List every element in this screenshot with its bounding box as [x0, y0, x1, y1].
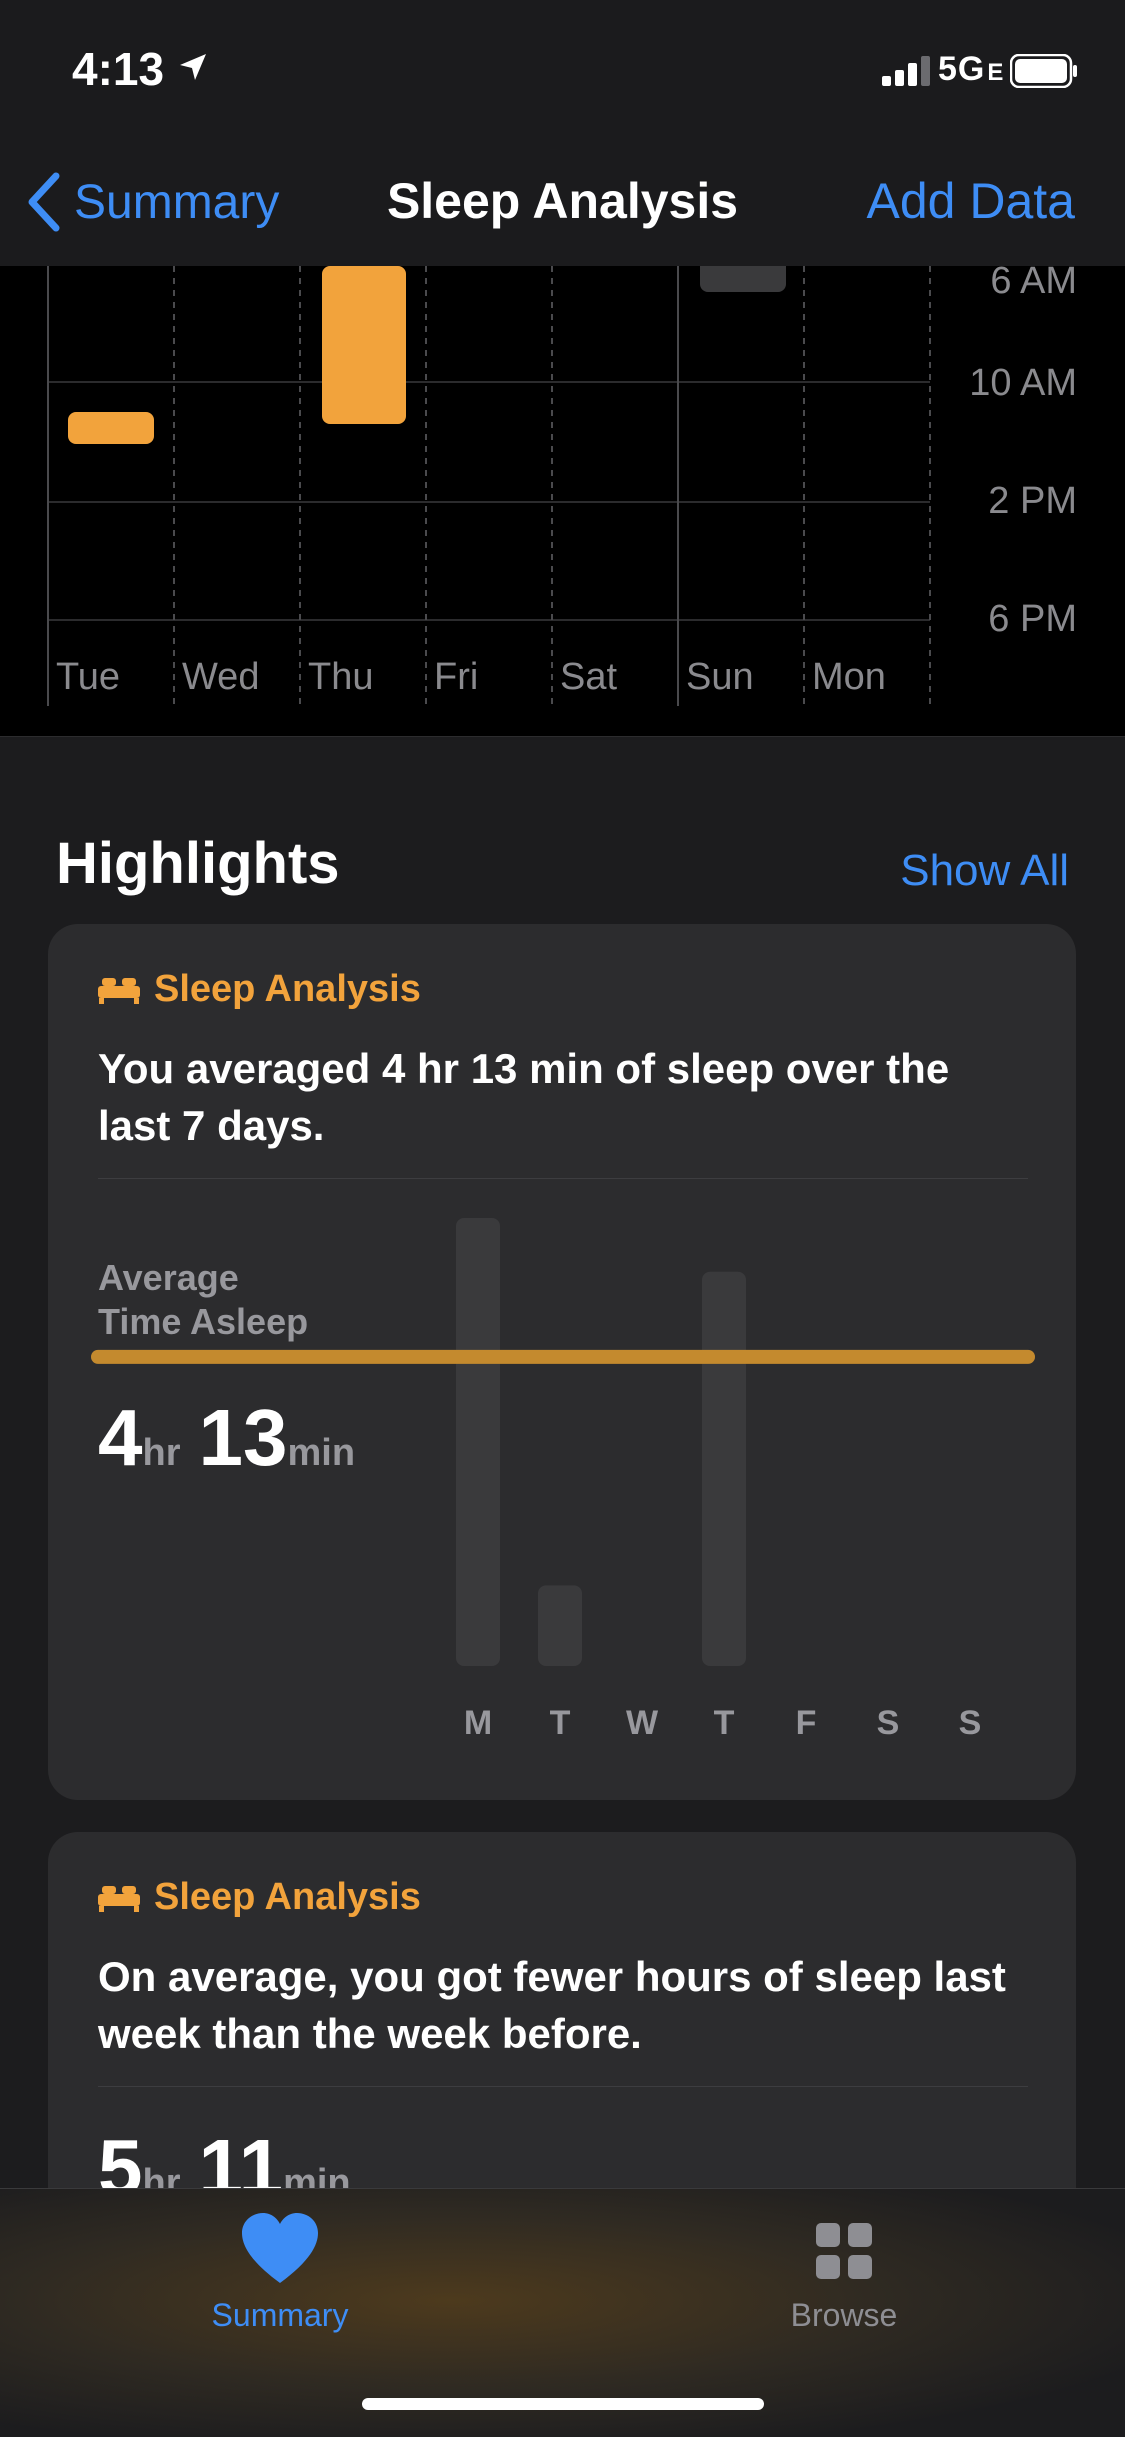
status-bar: 4:13 5GE: [0, 0, 1125, 140]
tab-browse[interactable]: Browse: [714, 2213, 974, 2334]
highlights-heading: Highlights: [56, 831, 340, 896]
x-day-label: Sun: [686, 656, 754, 698]
in-bed-bar-sun: [700, 266, 786, 292]
tab-summary[interactable]: Summary: [150, 2213, 410, 2334]
x-day-label: Wed: [182, 656, 260, 698]
add-data-button[interactable]: Add Data: [867, 172, 1075, 230]
y-tick-label: 10 AM: [969, 362, 1077, 404]
hours-unit: hr: [142, 1432, 181, 1474]
show-all-button[interactable]: Show All: [900, 846, 1069, 896]
navigation-bar: Summary Sleep Analysis Add Data: [0, 140, 1125, 267]
average-time-asleep-value: 4hr 13min: [98, 1392, 373, 1484]
average-time-asleep-label: Average Time Asleep: [98, 1256, 308, 1344]
sleep-bar-thu: [322, 266, 406, 424]
location-arrow-icon: [180, 54, 206, 80]
x-day-label: Fri: [434, 656, 479, 698]
heart-icon: [242, 2213, 318, 2283]
minutes-value: 13: [198, 1393, 288, 1482]
x-day-label: Sat: [560, 656, 618, 698]
sleep-bar-tue: [68, 412, 154, 444]
tab-browse-label: Browse: [790, 2297, 898, 2333]
minutes-unit: min: [287, 1432, 356, 1474]
card-divider: [98, 2086, 1028, 2087]
weekly-sleep-mini-chart: [91, 1218, 1035, 1666]
weekday-sleep-bar: [456, 1218, 500, 1666]
avg-label-line2: Time Asleep: [98, 1301, 309, 1342]
weekday-label: T: [549, 1704, 571, 1742]
x-day-label: Tue: [56, 656, 121, 698]
card-category-label: Sleep Analysis: [154, 1876, 421, 1918]
home-indicator: [362, 2398, 764, 2410]
avg-label-line1: Average: [98, 1257, 239, 1298]
weekday-label: M: [463, 1704, 493, 1742]
tab-summary-label: Summary: [211, 2297, 349, 2333]
highlight-card-average-sleep[interactable]: Sleep Analysis You averaged 4 hr 13 min …: [48, 924, 1076, 1800]
x-day-label: Mon: [812, 656, 886, 698]
grid-icon: [816, 2223, 872, 2279]
weekday-label: S: [876, 1704, 900, 1742]
card-summary-text: On average, you got fewer hours of sleep…: [98, 1953, 1006, 2057]
network-suffix: E: [987, 59, 1005, 86]
hours-value: 4: [98, 1393, 143, 1482]
sleep-schedule-chart: 6 AM 10 AM 2 PM 6 PM Tue Wed Thu Fri Sat…: [0, 266, 1125, 737]
network-label: 5G: [938, 50, 986, 88]
weekday-label: W: [625, 1704, 659, 1742]
card-category: Sleep Analysis: [98, 1876, 421, 1919]
network-type: 5GE: [938, 50, 1004, 89]
y-tick-label: 2 PM: [988, 480, 1077, 522]
bed-icon: [98, 1885, 140, 1912]
cellular-signal-icon: [882, 56, 930, 86]
weekday-label: F: [795, 1704, 817, 1742]
x-day-label: Thu: [308, 656, 374, 698]
weekday-sleep-bar: [538, 1585, 582, 1666]
y-tick-label: 6 PM: [988, 598, 1077, 640]
weekday-label: T: [713, 1704, 735, 1742]
weekday-sleep-bar: [702, 1271, 746, 1666]
y-tick-label: 6 AM: [990, 266, 1077, 302]
status-time: 4:13: [72, 43, 165, 95]
weekday-label: S: [958, 1704, 982, 1742]
battery-icon: [1010, 54, 1077, 88]
